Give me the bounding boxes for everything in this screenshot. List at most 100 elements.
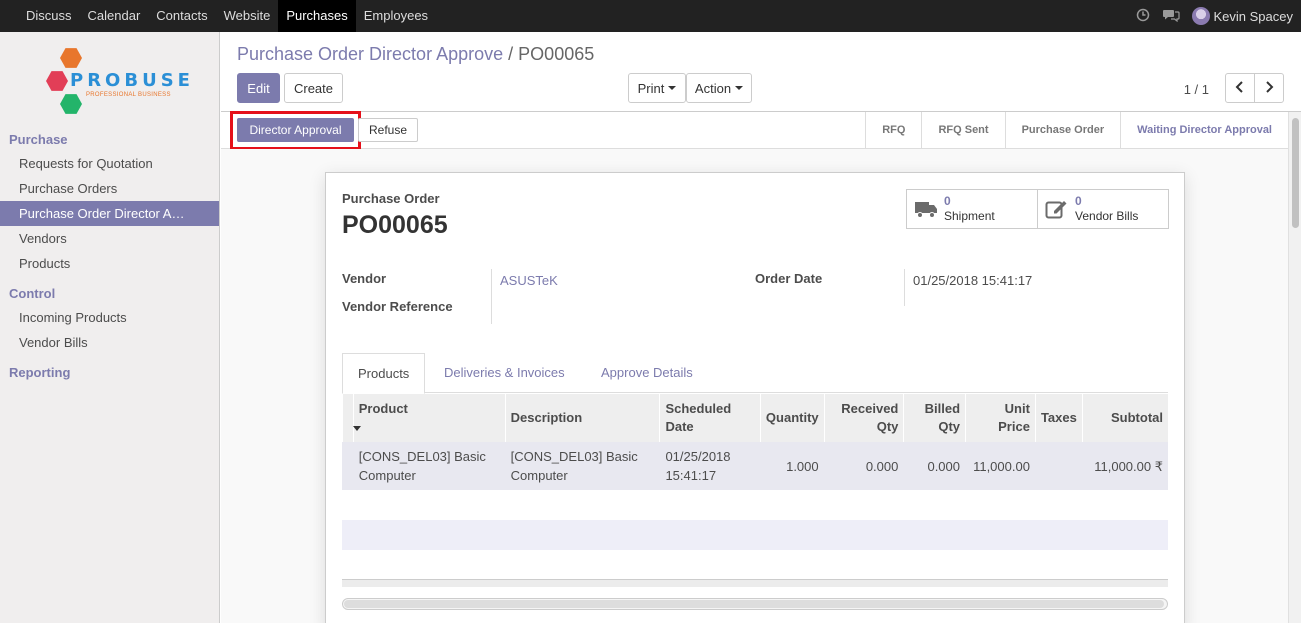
pager-value[interactable]: 1 / 1 [1184,82,1209,97]
stage-rfq-sent[interactable]: RFQ Sent [921,112,1004,148]
action-label: Action [694,80,732,96]
header-description[interactable]: Description [504,394,660,442]
table-empty-row [342,520,1168,550]
sheet-subtitle: Purchase Order [342,191,440,206]
tab-deliveries-invoices[interactable]: Deliveries & Invoices [429,353,580,393]
logo-hex-green [60,94,82,114]
caret-down-icon [668,86,677,90]
tab-products[interactable]: Products [342,353,426,394]
cell-taxes[interactable] [1034,442,1083,490]
action-dropdown[interactable]: Action [686,73,752,103]
menu-website[interactable]: Website [216,0,279,32]
field-divider [904,269,905,306]
sidebar-item-vendor-bills[interactable]: Vendor Bills [0,330,219,355]
cell-scheduled-date[interactable]: 01/25/2018 15:41:17 [659,442,761,490]
form-sheet: Purchase Order PO00065 0 Shipment 0 Vend… [325,172,1185,623]
menu-contacts[interactable]: Contacts [148,0,215,32]
header-product[interactable]: Product [352,394,506,442]
sidebar-item-rfq[interactable]: Requests for Quotation [0,151,219,176]
logo-word: PROBUSE [70,70,194,91]
vendor-bills-label: Vendor Bills [1075,209,1139,223]
pager-next-button[interactable] [1254,73,1284,103]
menu-purchases[interactable]: Purchases [278,0,356,32]
stage-rfq[interactable]: RFQ [865,112,921,148]
cell-quantity[interactable]: 1.000 [759,442,825,490]
header-scheduled-date[interactable]: Scheduled Date [659,394,761,442]
table-footer [342,579,1168,587]
cell-product[interactable]: [CONS_DEL03] Basic Computer [352,442,506,490]
user-name: Kevin Spacey [1213,8,1294,24]
chevron-right-icon [1264,80,1274,96]
tab-approve-details[interactable]: Approve Details [586,353,708,393]
vendor-link[interactable]: ASUSTeK [500,273,558,288]
sidebar-item-purchase-orders[interactable]: Purchase Orders [0,176,219,201]
cell-billed-qty[interactable]: 0.000 [903,442,966,490]
breadcrumb-parent[interactable]: Purchase Order Director Approve [237,44,503,64]
menu-discuss[interactable]: Discuss [18,0,80,32]
header-subtotal[interactable]: Subtotal [1081,394,1168,442]
highlight-box [230,111,361,150]
cell-unit-price[interactable]: 11,000.00 [965,442,1036,490]
statusbar: Director Approval Refuse RFQ RFQ Sent Pu… [221,111,1288,150]
table-row[interactable]: [CONS_DEL03] Basic Computer [CONS_DEL03]… [342,442,1168,490]
header-taxes[interactable]: Taxes [1034,394,1083,442]
shipment-smart-button[interactable]: 0 Shipment [906,189,1038,229]
logo-hex-orange [60,48,82,68]
sidebar-section-purchase[interactable]: Purchase [0,124,219,151]
header-unit-price[interactable]: Unit Price [965,394,1036,442]
vertical-scrollbar[interactable] [1288,112,1301,623]
menu-employees[interactable]: Employees [356,0,436,32]
sidebar-item-incoming-products[interactable]: Incoming Products [0,305,219,330]
sheet-title: PO00065 [342,211,448,239]
print-dropdown[interactable]: Print [628,73,686,103]
cell-description[interactable]: [CONS_DEL03] Basic Computer [504,442,660,490]
sidebar: PROBUSE PROFESSIONAL BUSINESS Purchase R… [0,32,220,623]
app-menu: Discuss Calendar Contacts Website Purcha… [0,0,436,32]
horizontal-scrollbar[interactable] [342,598,1168,610]
scrollbar-thumb[interactable] [1292,118,1299,228]
header-quantity[interactable]: Quantity [759,394,825,442]
print-label: Print [637,80,665,96]
chat-icon[interactable] [1162,8,1180,25]
edit-button[interactable]: Edit [237,73,280,103]
pager-previous-button[interactable] [1225,73,1255,103]
order-lines-table: Product Description Scheduled Date Quant… [342,394,1168,490]
cell-received-qty[interactable]: 0.000 [823,442,904,490]
refuse-button[interactable]: Refuse [358,118,418,142]
shipment-count: 0 [944,194,951,208]
logo-subtitle: PROFESSIONAL BUSINESS [86,92,171,98]
breadcrumb-current: PO00065 [518,44,595,64]
header-received-qty[interactable]: Received Qty [823,394,904,442]
sidebar-item-products[interactable]: Products [0,251,219,276]
scrollbar-thumb[interactable] [344,600,1164,608]
stage-waiting-director-approval: Waiting Director Approval [1120,112,1288,148]
create-button[interactable]: Create [284,73,343,103]
row-handle [342,442,354,490]
sidebar-section-control[interactable]: Control [0,276,219,305]
table-header-row: Product Description Scheduled Date Quant… [342,394,1168,442]
sidebar-section-reporting[interactable]: Reporting [0,355,219,384]
sidebar-item-po-director-approve[interactable]: Purchase Order Director A… [0,201,219,226]
clock-icon[interactable] [1136,8,1150,25]
notebook-tabs: Products Deliveries & Invoices Approve D… [342,353,1168,394]
vendor-bills-smart-button[interactable]: 0 Vendor Bills [1037,189,1169,229]
menu-calendar[interactable]: Calendar [80,0,149,32]
vendor-bills-count: 0 [1075,194,1082,208]
sidebar-item-vendors[interactable]: Vendors [0,226,219,251]
company-logo[interactable]: PROBUSE PROFESSIONAL BUSINESS [0,32,219,124]
truck-icon [914,199,938,222]
breadcrumb: Purchase Order Director Approve / PO0006… [237,44,594,65]
logo-hex-red [46,71,68,91]
user-menu[interactable]: Kevin Spacey [1191,7,1294,25]
header-billed-qty[interactable]: Billed Qty [903,394,966,442]
order-date-label: Order Date [755,271,823,286]
order-date-value: 01/25/2018 15:41:17 [913,273,1033,288]
caret-down-icon [735,86,744,90]
cell-subtotal[interactable]: 11,000.00 ₹ [1081,442,1168,490]
sort-caret-icon [352,426,361,431]
table-handle-header [342,394,354,442]
status-stages: RFQ RFQ Sent Purchase Order Waiting Dire… [865,112,1288,148]
breadcrumb-separator: / [508,44,514,64]
stage-purchase-order[interactable]: Purchase Order [1004,112,1121,148]
vendor-label: Vendor [342,271,387,286]
